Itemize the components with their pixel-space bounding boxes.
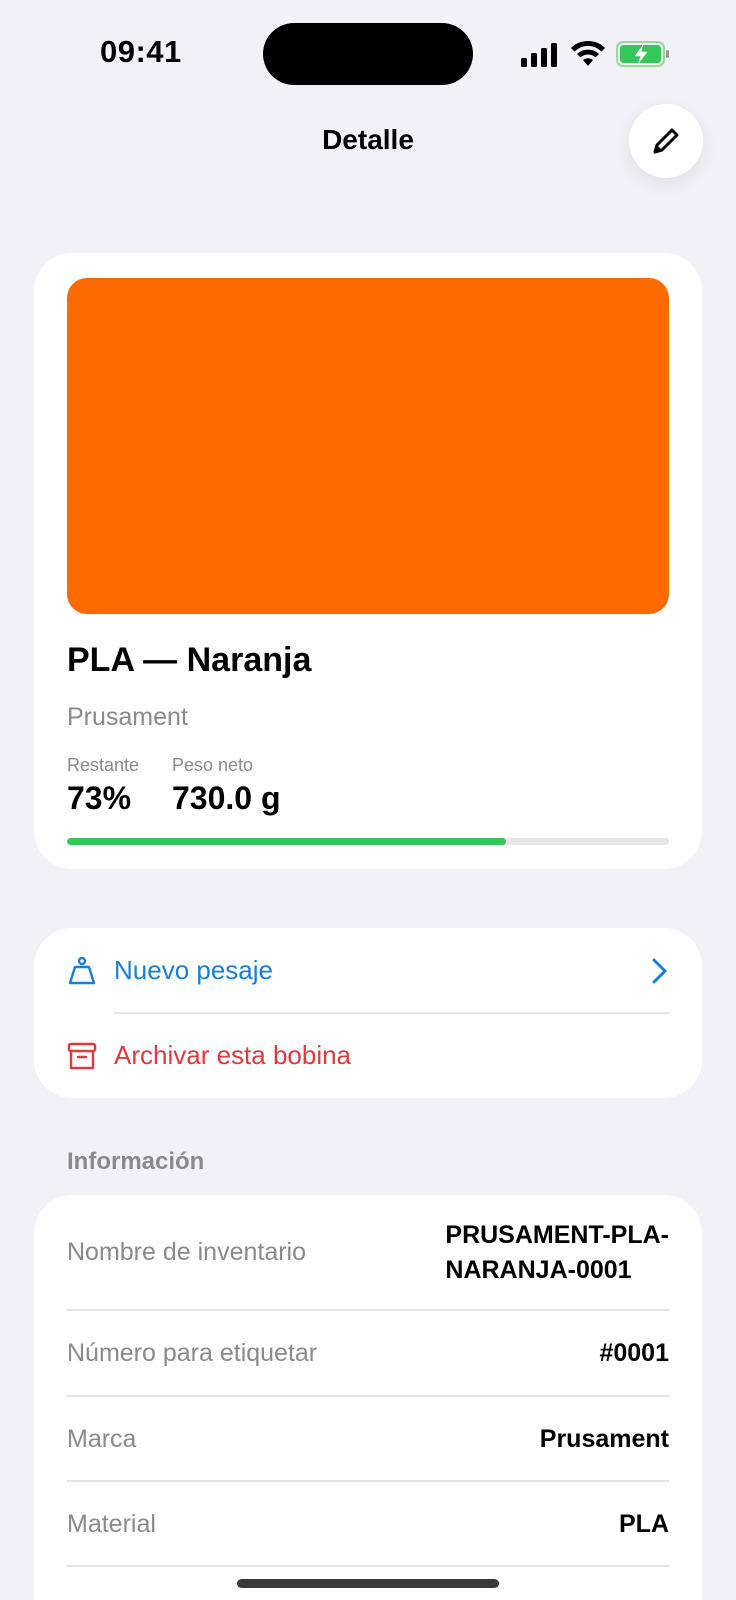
spool-title: PLA — Naranja bbox=[67, 641, 312, 679]
info-value: PRUSAMENT-PLA- NARANJA-0001 bbox=[445, 1218, 669, 1288]
info-row-material: Material PLA bbox=[67, 1482, 669, 1566]
info-value: Prusament bbox=[539, 1424, 669, 1453]
archive-spool-label: Archivar esta bobina bbox=[114, 1040, 352, 1070]
battery-charging-icon bbox=[616, 41, 669, 67]
info-card: Nombre de inventario PRUSAMENT-PLA- NARA… bbox=[34, 1195, 702, 1600]
spool-summary-card: PLA — Naranja Prusament Restante 73% Pes… bbox=[34, 253, 702, 869]
info-section-header: Información bbox=[67, 1148, 205, 1175]
new-weighing-row[interactable]: Nuevo pesaje bbox=[34, 928, 702, 1013]
info-value: PLA bbox=[619, 1509, 669, 1538]
pencil-icon bbox=[653, 128, 679, 154]
info-row-label-number: Número para etiquetar #0001 bbox=[67, 1311, 669, 1395]
cellular-signal-icon bbox=[521, 43, 557, 67]
remaining-label: Restante bbox=[67, 755, 140, 775]
new-weighing-label: Nuevo pesaje bbox=[114, 955, 273, 985]
info-value-line: NARANJA-0001 bbox=[445, 1255, 632, 1284]
net-weight-label: Peso neto bbox=[172, 755, 254, 775]
wifi-icon bbox=[571, 40, 605, 66]
info-value-line: PRUSAMENT-PLA- bbox=[445, 1220, 669, 1249]
info-key: Número para etiquetar bbox=[67, 1338, 318, 1367]
archive-spool-row[interactable]: Archivar esta bobina bbox=[34, 1013, 702, 1098]
info-row-brand: Marca Prusament bbox=[67, 1397, 669, 1481]
status-time: 09:41 bbox=[100, 34, 182, 69]
info-row-inventory-name: Nombre de inventario PRUSAMENT-PLA- NARA… bbox=[67, 1195, 669, 1310]
actions-card: Nuevo pesaje Archivar esta bobina bbox=[34, 928, 702, 1098]
info-value: #0001 bbox=[599, 1338, 669, 1367]
divider bbox=[67, 1565, 669, 1567]
edit-button[interactable] bbox=[629, 104, 703, 178]
info-key: Material bbox=[67, 1509, 156, 1538]
spool-brand: Prusament bbox=[67, 703, 188, 731]
archive-icon bbox=[67, 1042, 97, 1069]
dynamic-island bbox=[263, 23, 473, 85]
info-key: Marca bbox=[67, 1424, 137, 1453]
color-swatch bbox=[67, 278, 669, 614]
home-indicator bbox=[237, 1579, 499, 1588]
remaining-value: 73% bbox=[67, 780, 132, 816]
remaining-progress-fill bbox=[67, 838, 507, 845]
net-weight-value: 730.0 g bbox=[172, 780, 281, 816]
page-title: Detalle bbox=[322, 124, 414, 155]
chevron-right-icon bbox=[652, 958, 667, 983]
screen: 09:41 Detalle PLA — Naranja Prusament Re… bbox=[0, 0, 736, 1600]
weight-icon bbox=[68, 956, 96, 984]
info-key: Nombre de inventario bbox=[67, 1238, 307, 1266]
remaining-progress-bar bbox=[67, 838, 669, 845]
